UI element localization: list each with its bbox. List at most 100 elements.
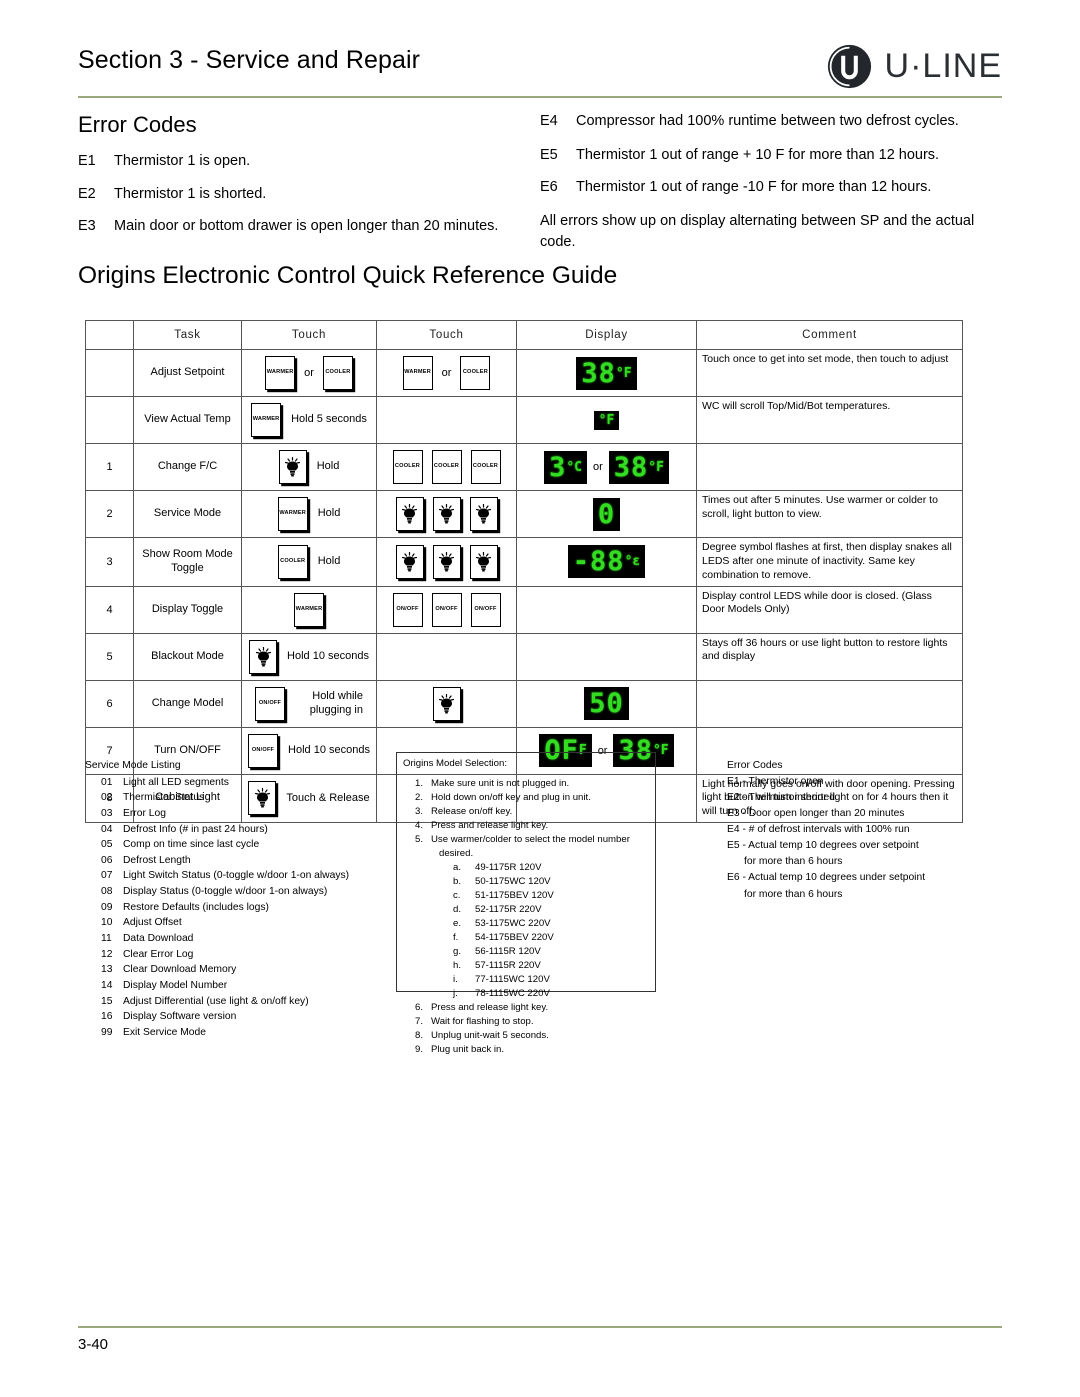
row-number: 4 (85, 585, 134, 634)
display-cell: 38 °F (517, 356, 696, 390)
item-label: Display Software version (123, 1011, 237, 1023)
touch-sequence: WARMER Hold (242, 497, 376, 531)
list-item: 3. Release on/off key. (403, 805, 649, 819)
light-bulb-icon (402, 551, 417, 572)
item-number: 04 (101, 823, 113, 835)
control-key-warmer[interactable]: WARMER (402, 356, 433, 390)
light-key[interactable] (469, 544, 498, 579)
light-key[interactable] (469, 497, 498, 531)
or-label: or (592, 461, 603, 473)
list-item: 6. Press and release light key. (403, 1001, 649, 1015)
row-display: 50 (516, 679, 697, 728)
row-touch-2 (376, 396, 517, 444)
error-code: E6 (540, 179, 558, 196)
error-line-continuation: for more than 6 hours (744, 856, 843, 868)
list-item: 14 Display Model Number (85, 978, 385, 994)
item-label: 49-1175R 120V (475, 862, 542, 873)
light-bulb-icon (439, 551, 454, 572)
table-header-row: Task Touch Touch Display Comment (85, 320, 963, 350)
control-key-cooler[interactable]: COOLER (470, 450, 501, 484)
item-label: 52-1175R 220V (475, 904, 542, 915)
touch-sequence: Hold 10 seconds (242, 639, 376, 674)
column-header-4: Display (516, 320, 697, 350)
hold-instruction: Hold (317, 555, 341, 568)
led-display: -88 °ε (567, 545, 646, 579)
control-key-warmer[interactable]: WARMER (265, 356, 296, 390)
control-key-cooler[interactable]: COOLER (322, 356, 353, 390)
error-line: E6 - Actual temp 10 degrees under setpoi… (727, 872, 926, 884)
item-number: 12 (101, 948, 113, 960)
error-line: E1 - Thermistor open (727, 776, 824, 788)
uline-logo: U·LINE (827, 44, 1002, 89)
control-key-warmer[interactable]: WARMER (277, 497, 308, 531)
error-code: E4 (540, 113, 558, 129)
control-key-cooler[interactable]: COOLER (431, 450, 462, 484)
row-display: °F (516, 396, 697, 444)
light-key[interactable] (432, 497, 461, 531)
light-bulb-icon (402, 504, 417, 524)
item-label: Display Model Number (123, 979, 228, 991)
item-number: 02 (101, 792, 113, 804)
light-key[interactable] (395, 544, 424, 579)
control-key-cooler[interactable]: COOLER (277, 544, 308, 579)
display-cell: 50 (517, 687, 696, 721)
light-key[interactable] (395, 497, 424, 531)
control-key-onoff[interactable]: ON/OFF (392, 592, 423, 627)
item-number: 15 (101, 995, 113, 1007)
control-key-warmer[interactable]: WARMER (251, 403, 282, 437)
table-row: View Actual Temp WARMER Hold 5 seconds °F WC… (85, 396, 963, 444)
row-touch-1: WARMER or COOLER (241, 349, 377, 397)
item-number: c. (453, 890, 461, 901)
light-bulb-icon (476, 551, 491, 572)
light-key[interactable] (249, 639, 278, 674)
light-key[interactable] (432, 544, 461, 579)
error-note: All errors show up on display alternatin… (540, 212, 975, 250)
row-touch-1: ON/OFF Hold while plugging in (241, 679, 377, 728)
column-header-5: Comment (696, 320, 963, 350)
item-number: 7. (414, 1016, 423, 1027)
item-number: 13 (101, 964, 113, 976)
row-number (85, 349, 134, 397)
item-label: 54-1175BEV 220V (475, 932, 554, 943)
control-key-cooler[interactable]: COOLER (392, 450, 423, 484)
item-label: 53-1175WC 220V (475, 918, 551, 929)
control-key-onoff[interactable]: ON/OFF (255, 686, 285, 721)
item-number: 06 (101, 854, 113, 866)
light-key[interactable] (278, 450, 307, 484)
item-number: 14 (101, 979, 113, 991)
row-comment: WC will scroll Top/Mid/Bot temperatures. (696, 396, 963, 444)
column-header-2: Touch (241, 320, 377, 350)
item-number: j. (453, 988, 458, 999)
hold-instruction: Hold 10 seconds (288, 743, 370, 756)
control-key-cooler[interactable]: COOLER (460, 356, 491, 390)
display-cell: 0 (517, 497, 696, 531)
list-item: 07 Light Switch Status (0-toggle w/door 1… (85, 868, 385, 884)
touch-sequence: WARMER (242, 592, 376, 627)
control-key-onoff[interactable]: ON/OFF (470, 592, 501, 627)
footer-rule (78, 1326, 1002, 1328)
item-label: Use warmer/colder to select the model nu… (431, 834, 630, 845)
column-header-3: Touch (376, 320, 517, 350)
light-key[interactable] (432, 686, 461, 721)
table-row: 6 Change Model ON/OFF Hold while plugging in… (85, 679, 963, 728)
error-code-row: E6 Thermistor 1 out of range -10 F for m… (540, 178, 1002, 198)
item-label: Hold down on/off key and plug in unit. (431, 792, 591, 803)
error-line: E2 - Thermistor shorted (727, 792, 835, 804)
light-bulb-icon (439, 504, 454, 524)
model-selection-box: Origins Model Selection: 1. Make sure uni… (396, 752, 656, 1055)
list-item: 01 Light all LED segments (85, 775, 385, 791)
item-label: Defrost Info (# in past 24 hours) (123, 823, 268, 835)
service-mode-heading: Service Mode Listing (85, 760, 181, 771)
item-number: 9. (414, 1044, 423, 1055)
touch-sequence: ON/OFF ON/OFF ON/OFF (377, 592, 516, 627)
control-key-onoff[interactable]: ON/OFF (431, 592, 462, 627)
item-label: Wait for flashing to stop. (431, 1016, 534, 1027)
item-number: 3. (414, 806, 423, 817)
error-code-row: E2 Thermistor 1 is shorted. (78, 185, 533, 205)
item-label: Light Switch Status (0-toggle w/door 1-o… (123, 870, 350, 882)
uline-mark-icon (827, 44, 871, 89)
list-item: 02 Thermistor Status (85, 790, 385, 806)
led-display: 0 (592, 497, 621, 531)
control-key-warmer[interactable]: WARMER (294, 592, 324, 627)
row-touch-2 (376, 490, 517, 538)
